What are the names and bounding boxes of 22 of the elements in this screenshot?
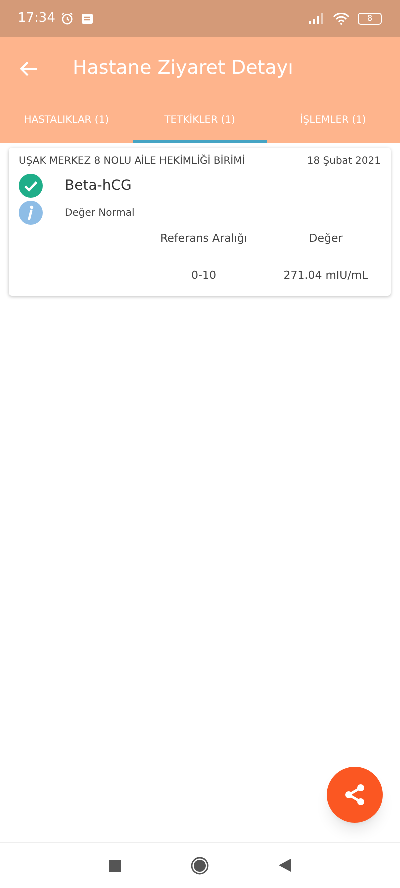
signal-icon <box>309 13 325 24</box>
message-icon <box>82 14 94 24</box>
column-header: Değer <box>309 231 343 247</box>
tab[interactable]: İŞLEMLER (1) <box>266 100 400 143</box>
column-header: Referans Aralığı <box>160 231 248 247</box>
table-cell-text: 271.04 mIU/mL <box>284 268 368 284</box>
wifi-icon <box>333 12 350 24</box>
back-icon[interactable] <box>279 859 291 872</box>
tab[interactable]: TETKİKLER (1) <box>133 100 267 143</box>
screen-title: Hastane Ziyaret Detayı <box>73 56 294 82</box>
home-icon[interactable] <box>191 856 209 874</box>
table-cell-text: 0-10 <box>192 268 216 284</box>
recent-apps-icon[interactable] <box>109 860 121 872</box>
facility-name: UŞAK MERKEZ 8 NOLU AİLE HEKİMLİĞİ BİRİMİ <box>19 154 246 169</box>
info-icon <box>19 201 43 225</box>
result-note: Değer Normal <box>65 206 135 220</box>
tab[interactable]: HASTALIKLAR (1) <box>0 100 134 143</box>
test-name: Beta-hCG <box>65 176 132 196</box>
alarm-icon <box>61 12 74 25</box>
battery-icon: 8 <box>358 12 382 24</box>
status-time: 17:34 <box>18 10 56 28</box>
result-date: 18 Şubat 2021 <box>307 155 381 169</box>
